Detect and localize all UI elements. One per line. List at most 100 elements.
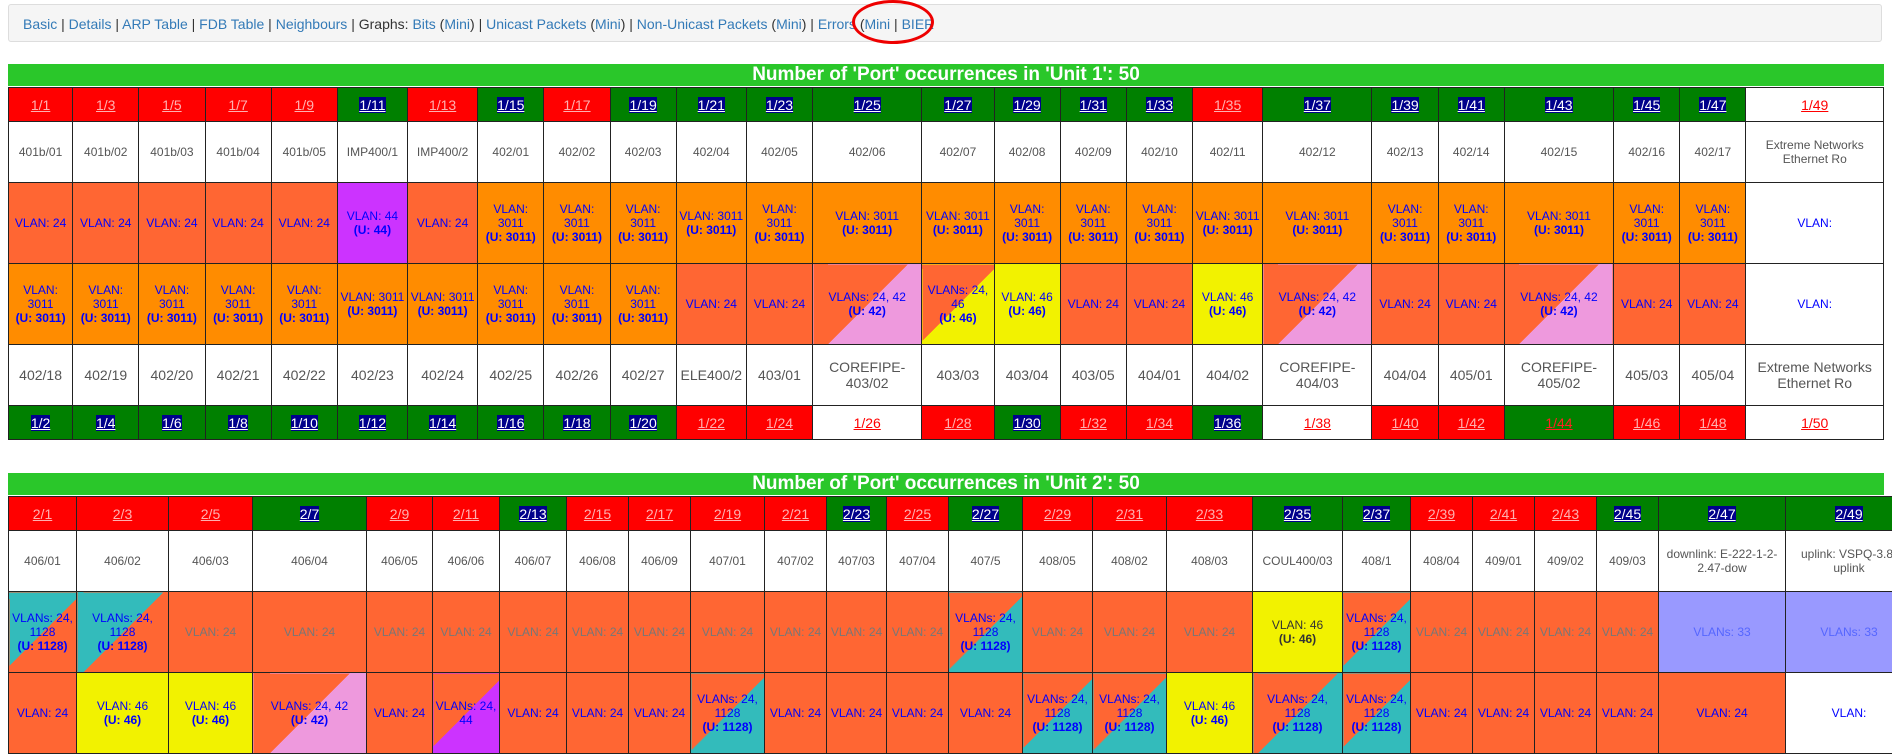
port-link[interactable]: 1/7 <box>228 97 247 113</box>
port-link[interactable]: 1/31 <box>1080 97 1107 113</box>
unit1-top-port-cell[interactable]: 1/47 <box>1680 88 1746 122</box>
port-link[interactable]: 2/41 <box>1490 506 1517 522</box>
unit1-top-port-cell[interactable]: 1/21 <box>676 88 746 122</box>
port-link[interactable]: 2/1 <box>33 506 52 522</box>
port-link[interactable]: 1/19 <box>629 97 656 113</box>
unit1-top-port-cell[interactable]: 1/3 <box>73 88 139 122</box>
port-link[interactable]: 1/41 <box>1458 97 1485 113</box>
unit2-top-port-cell[interactable]: 2/13 <box>500 497 567 531</box>
port-link[interactable]: 1/37 <box>1304 97 1331 113</box>
unit1-bottom-port-cell[interactable]: 1/28 <box>922 406 994 440</box>
port-link[interactable]: 2/3 <box>113 506 132 522</box>
port-link[interactable]: 2/13 <box>519 506 546 522</box>
unit1-bottom-port-cell[interactable]: 1/6 <box>139 406 205 440</box>
unit2-top-port-cell[interactable]: 2/47 <box>1659 497 1786 531</box>
unit1-top-port-cell[interactable]: 1/17 <box>544 88 610 122</box>
unit1-top-port-cell[interactable]: 1/35 <box>1193 88 1263 122</box>
unit1-bottom-port-cell[interactable]: 1/2 <box>9 406 73 440</box>
nav-arp-table-link[interactable]: ARP Table <box>122 16 188 32</box>
port-link[interactable]: 2/23 <box>843 506 870 522</box>
port-link[interactable]: 1/33 <box>1146 97 1173 113</box>
port-link[interactable]: 2/37 <box>1363 506 1390 522</box>
port-link[interactable]: 1/11 <box>359 97 385 113</box>
nav-bits-mini-link[interactable]: Mini <box>444 16 470 32</box>
unit2-top-port-cell[interactable]: 2/33 <box>1167 497 1253 531</box>
port-link[interactable]: 1/48 <box>1699 415 1726 431</box>
port-link[interactable]: 2/47 <box>1708 506 1735 522</box>
unit1-bottom-port-cell[interactable]: 1/24 <box>746 406 812 440</box>
port-link[interactable]: 1/10 <box>291 415 318 431</box>
port-link[interactable]: 1/20 <box>629 415 656 431</box>
port-link[interactable]: 1/30 <box>1013 415 1040 431</box>
port-link[interactable]: 2/19 <box>714 506 741 522</box>
unit1-top-port-cell[interactable]: 1/27 <box>922 88 994 122</box>
port-link[interactable]: 2/39 <box>1428 506 1455 522</box>
port-link[interactable]: 1/22 <box>698 415 725 431</box>
port-link[interactable]: 1/9 <box>295 97 314 113</box>
port-link[interactable]: 2/5 <box>201 506 220 522</box>
port-link[interactable]: 1/14 <box>429 415 456 431</box>
unit1-top-port-cell[interactable]: 1/49 <box>1746 88 1884 122</box>
unit1-bottom-port-cell[interactable]: 1/32 <box>1060 406 1126 440</box>
unit1-bottom-port-cell[interactable]: 1/38 <box>1263 406 1372 440</box>
unit2-top-port-cell[interactable]: 2/31 <box>1093 497 1167 531</box>
port-link[interactable]: 2/9 <box>390 506 409 522</box>
unit1-top-port-cell[interactable]: 1/5 <box>139 88 205 122</box>
unit2-top-port-cell[interactable]: 2/5 <box>169 497 253 531</box>
unit1-bottom-port-cell[interactable]: 1/36 <box>1193 406 1263 440</box>
port-link[interactable]: 2/45 <box>1614 506 1641 522</box>
port-link[interactable]: 2/33 <box>1196 506 1223 522</box>
unit2-top-port-cell[interactable]: 2/3 <box>77 497 169 531</box>
unit1-bottom-port-cell[interactable]: 1/8 <box>205 406 271 440</box>
port-link[interactable]: 1/5 <box>162 97 181 113</box>
port-link[interactable]: 2/7 <box>300 506 319 522</box>
unit1-top-port-cell[interactable]: 1/41 <box>1438 88 1504 122</box>
port-link[interactable]: 1/8 <box>228 415 247 431</box>
unit2-top-port-cell[interactable]: 2/23 <box>827 497 887 531</box>
port-link[interactable]: 2/15 <box>584 506 611 522</box>
port-link[interactable]: 2/49 <box>1835 506 1862 522</box>
port-link[interactable]: 2/21 <box>782 506 809 522</box>
unit2-top-port-cell[interactable]: 2/19 <box>691 497 765 531</box>
port-link[interactable]: 1/39 <box>1391 97 1418 113</box>
unit1-bottom-port-cell[interactable]: 1/46 <box>1614 406 1680 440</box>
port-link[interactable]: 1/49 <box>1801 97 1828 113</box>
port-link[interactable]: 1/27 <box>944 97 971 113</box>
unit1-top-port-cell[interactable]: 1/45 <box>1614 88 1680 122</box>
unit1-top-port-cell[interactable]: 1/29 <box>994 88 1060 122</box>
port-link[interactable]: 1/24 <box>766 415 793 431</box>
unit1-bottom-port-cell[interactable]: 1/4 <box>73 406 139 440</box>
unit1-top-port-cell[interactable]: 1/39 <box>1372 88 1438 122</box>
unit1-bottom-port-cell[interactable]: 1/20 <box>610 406 676 440</box>
unit1-top-port-cell[interactable]: 1/1 <box>9 88 73 122</box>
port-link[interactable]: 1/18 <box>563 415 590 431</box>
port-link[interactable]: 1/1 <box>31 97 50 113</box>
unit1-top-port-cell[interactable]: 1/7 <box>205 88 271 122</box>
unit1-bottom-port-cell[interactable]: 1/30 <box>994 406 1060 440</box>
port-link[interactable]: 1/26 <box>854 415 881 431</box>
port-link[interactable]: 1/6 <box>162 415 181 431</box>
port-link[interactable]: 2/43 <box>1552 506 1579 522</box>
nav-neighbours-link[interactable]: Neighbours <box>276 16 348 32</box>
port-link[interactable]: 1/40 <box>1391 415 1418 431</box>
unit1-top-port-cell[interactable]: 1/11 <box>337 88 407 122</box>
port-link[interactable]: 1/44 <box>1545 415 1572 431</box>
unit2-top-port-cell[interactable]: 2/1 <box>9 497 77 531</box>
unit2-top-port-cell[interactable]: 2/45 <box>1597 497 1659 531</box>
unit1-bottom-port-cell[interactable]: 1/34 <box>1126 406 1192 440</box>
port-link[interactable]: 1/28 <box>944 415 971 431</box>
unit2-top-port-cell[interactable]: 2/43 <box>1535 497 1597 531</box>
port-link[interactable]: 1/21 <box>698 97 725 113</box>
nav-nonunicast-mini-link[interactable]: Mini <box>776 16 802 32</box>
unit1-top-port-cell[interactable]: 1/31 <box>1060 88 1126 122</box>
nav-unicast-link[interactable]: Unicast Packets <box>486 16 586 32</box>
port-link[interactable]: 1/17 <box>563 97 590 113</box>
port-link[interactable]: 1/36 <box>1214 415 1241 431</box>
port-link[interactable]: 1/32 <box>1080 415 1107 431</box>
unit2-top-port-cell[interactable]: 2/41 <box>1473 497 1535 531</box>
unit1-top-port-cell[interactable]: 1/19 <box>610 88 676 122</box>
unit2-top-port-cell[interactable]: 2/7 <box>253 497 367 531</box>
port-link[interactable]: 1/2 <box>31 415 50 431</box>
port-link[interactable]: 2/31 <box>1116 506 1143 522</box>
port-link[interactable]: 1/12 <box>359 415 386 431</box>
